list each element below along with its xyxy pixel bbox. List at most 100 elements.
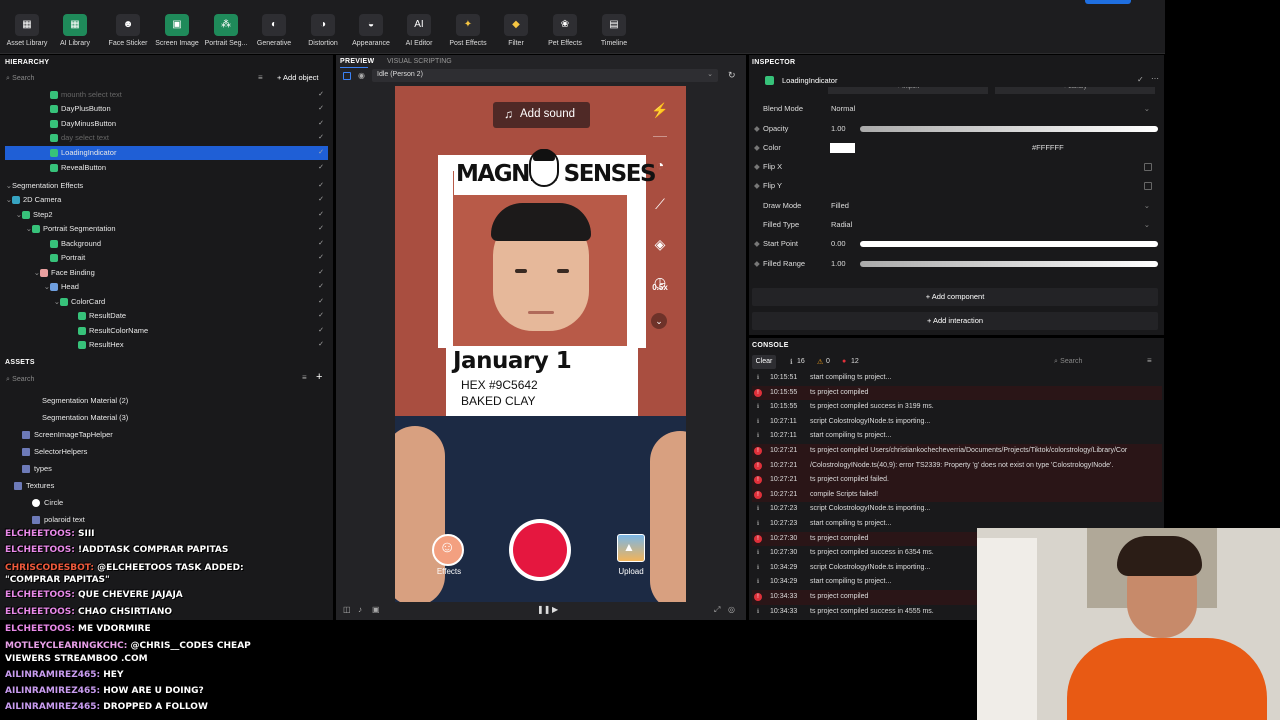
- visibility-check-icon[interactable]: ✓: [318, 237, 324, 251]
- asset-row[interactable]: Segmentation Material (3): [42, 411, 128, 425]
- visibility-check-icon[interactable]: ✓: [318, 251, 324, 265]
- toolbar-ai-library[interactable]: ▦ AI Library: [49, 14, 101, 54]
- info-icon[interactable]: ℹ: [790, 358, 793, 366]
- clear-button[interactable]: Clear: [752, 355, 776, 369]
- add-component-button[interactable]: + Add component: [752, 288, 1158, 306]
- console-row[interactable]: ! 10:27:21/ColostrologyINode.ts(40,9): er…: [752, 458, 1162, 474]
- visibility-check-icon[interactable]: ✓: [318, 208, 324, 222]
- tree-row[interactable]: DayPlusButton ✓: [5, 102, 328, 116]
- toolbar-appearance[interactable]: ◒ Appearance: [345, 14, 397, 54]
- console-search-input[interactable]: ⌕ Search: [1054, 356, 1144, 368]
- tab-preview[interactable]: PREVIEW: [340, 58, 374, 65]
- check-icon[interactable]: ✓: [1137, 75, 1144, 84]
- add-sound-button[interactable]: ♫ Add sound: [493, 102, 590, 128]
- filter-icon[interactable]: ≡: [258, 73, 263, 82]
- color-hex-value[interactable]: #FFFFFF: [1032, 139, 1064, 157]
- visibility-check-icon[interactable]: ✓: [318, 280, 324, 294]
- refresh-icon[interactable]: ↻: [728, 70, 736, 81]
- toolbar-screen-image[interactable]: ▣ Screen Image: [151, 14, 203, 54]
- toolbar-filter[interactable]: ◆ Filter: [490, 14, 542, 54]
- tab-visual-scripting[interactable]: VISUAL SCRIPTING: [387, 58, 452, 65]
- flip-y-checkbox[interactable]: [1144, 182, 1152, 190]
- volume-icon[interactable]: ♪: [358, 605, 362, 614]
- visibility-check-icon[interactable]: ✓: [318, 161, 324, 175]
- visibility-check-icon[interactable]: ✓: [318, 88, 324, 102]
- expand-icon[interactable]: ⤢: [714, 605, 720, 615]
- magic-wand-icon[interactable]: ⟋: [649, 193, 671, 215]
- tree-row[interactable]: ⌄ Head ✓: [5, 280, 328, 294]
- tree-row[interactable]: ResultHex ✓: [5, 338, 328, 352]
- toolbar-portrait-seg[interactable]: ⁂ Portrait Seg...: [200, 14, 252, 54]
- tree-row[interactable]: Portrait ✓: [5, 251, 328, 265]
- chevron-down-icon[interactable]: ⌄: [5, 295, 60, 309]
- toolbar-distortion[interactable]: ◑ Distortion: [297, 14, 349, 54]
- effects-button[interactable]: ☺: [432, 534, 464, 566]
- console-row[interactable]: ! 10:15:55 ts project compiled: [752, 385, 1162, 401]
- asset-row[interactable]: Circle: [32, 496, 63, 510]
- chevron-down-icon[interactable]: ⌄: [5, 193, 12, 207]
- toolbar-post-effects[interactable]: ✦ Post Effects: [442, 14, 494, 54]
- toolbar-ai-editor[interactable]: AI AI Editor: [393, 14, 445, 54]
- tree-row[interactable]: ⌄ Face Binding ✓: [5, 266, 328, 280]
- console-row[interactable]: ℹ 10:15:51 start compiling ts project...: [752, 371, 1162, 386]
- filled-type-select[interactable]: Radial: [831, 216, 852, 234]
- person-select-dropdown[interactable]: Idle (Person 2) ⌄: [372, 69, 718, 82]
- tree-row[interactable]: LoadingIndicator ✓: [5, 146, 328, 160]
- visibility-check-icon[interactable]: ✓: [318, 193, 324, 207]
- console-row[interactable]: ! 10:27:21 ts project compiled failed.: [752, 473, 1162, 488]
- console-row[interactable]: ℹ 10:27:11 start compiling ts project...: [752, 429, 1162, 444]
- asset-row[interactable]: SelectorHelpers: [22, 445, 87, 459]
- visibility-check-icon[interactable]: ✓: [318, 131, 324, 145]
- asset-row[interactable]: types: [22, 462, 52, 476]
- tree-row[interactable]: DayMinusButton ✓: [5, 117, 328, 131]
- visibility-check-icon[interactable]: ✓: [318, 102, 324, 116]
- console-row[interactable]: ! 10:27:21 ts project compiled Users/chris…: [752, 444, 1162, 459]
- filter-icon[interactable]: ≡: [1147, 356, 1152, 365]
- filled-range-slider[interactable]: [860, 261, 1158, 267]
- chevron-down-icon[interactable]: ⌄: [651, 313, 667, 329]
- draw-mode-select[interactable]: Filled: [831, 197, 849, 215]
- add-object-button[interactable]: + Add object: [277, 73, 319, 82]
- filters-icon[interactable]: ◈: [649, 233, 671, 255]
- upload-button[interactable]: ▲: [617, 534, 645, 562]
- more-icon[interactable]: ⋯: [1151, 74, 1159, 83]
- visibility-check-icon[interactable]: ✓: [318, 117, 324, 131]
- tree-row[interactable]: RevealButton ✓: [5, 161, 328, 175]
- tree-row[interactable]: ResultColorName ✓: [5, 324, 328, 338]
- tree-row[interactable]: day select text ✓: [5, 131, 328, 145]
- chevron-down-icon[interactable]: ⌄: [5, 266, 40, 280]
- visibility-check-icon[interactable]: ✓: [318, 295, 324, 309]
- toolbar-asset-library[interactable]: ▦ Asset Library: [1, 14, 53, 54]
- opacity-slider[interactable]: [860, 126, 1158, 132]
- capture-icon[interactable]: ▣: [372, 605, 380, 614]
- chevron-down-icon[interactable]: ⌄: [5, 208, 22, 222]
- warning-icon[interactable]: ⚠: [817, 358, 823, 366]
- add-interaction-button[interactable]: + Add interaction: [752, 312, 1158, 330]
- hierarchy-search-input[interactable]: ⌕ Search: [6, 73, 256, 85]
- layout-icon[interactable]: ◫: [343, 605, 351, 614]
- visibility-check-icon[interactable]: ✓: [318, 266, 324, 280]
- visibility-check-icon[interactable]: ✓: [318, 324, 324, 338]
- record-button[interactable]: [509, 519, 571, 581]
- chevron-down-icon[interactable]: ⌄: [5, 179, 12, 193]
- start-point-slider[interactable]: [860, 241, 1158, 247]
- add-asset-button[interactable]: +: [316, 371, 322, 383]
- color-swatch[interactable]: [830, 143, 855, 153]
- toolbar-generative[interactable]: ◐ Generative: [248, 14, 300, 54]
- asset-row[interactable]: ScreenImageTapHelper: [22, 428, 113, 442]
- camera-icon[interactable]: ◉: [358, 71, 365, 80]
- publish-button[interactable]: [1085, 0, 1131, 4]
- import-button[interactable]: + Import: [828, 87, 988, 94]
- blend-mode-select[interactable]: Normal: [831, 100, 855, 118]
- filter-icon[interactable]: ≡: [302, 373, 307, 382]
- chevron-down-icon[interactable]: ⌄: [5, 222, 32, 236]
- step-forward-icon[interactable]: ▶: [552, 605, 558, 614]
- filled-range-value[interactable]: 1.00: [831, 255, 846, 273]
- visibility-check-icon[interactable]: ✓: [318, 222, 324, 236]
- error-icon[interactable]: ●: [842, 358, 846, 365]
- tree-row[interactable]: mounth select text ✓: [5, 88, 328, 102]
- device-icon[interactable]: [343, 72, 351, 80]
- console-row[interactable]: ℹ 10:27:23 script ColostrologyINode.ts imp…: [752, 502, 1162, 517]
- visibility-check-icon[interactable]: ✓: [318, 146, 324, 160]
- tree-row[interactable]: ⌄ Portrait Segmentation ✓: [5, 222, 328, 236]
